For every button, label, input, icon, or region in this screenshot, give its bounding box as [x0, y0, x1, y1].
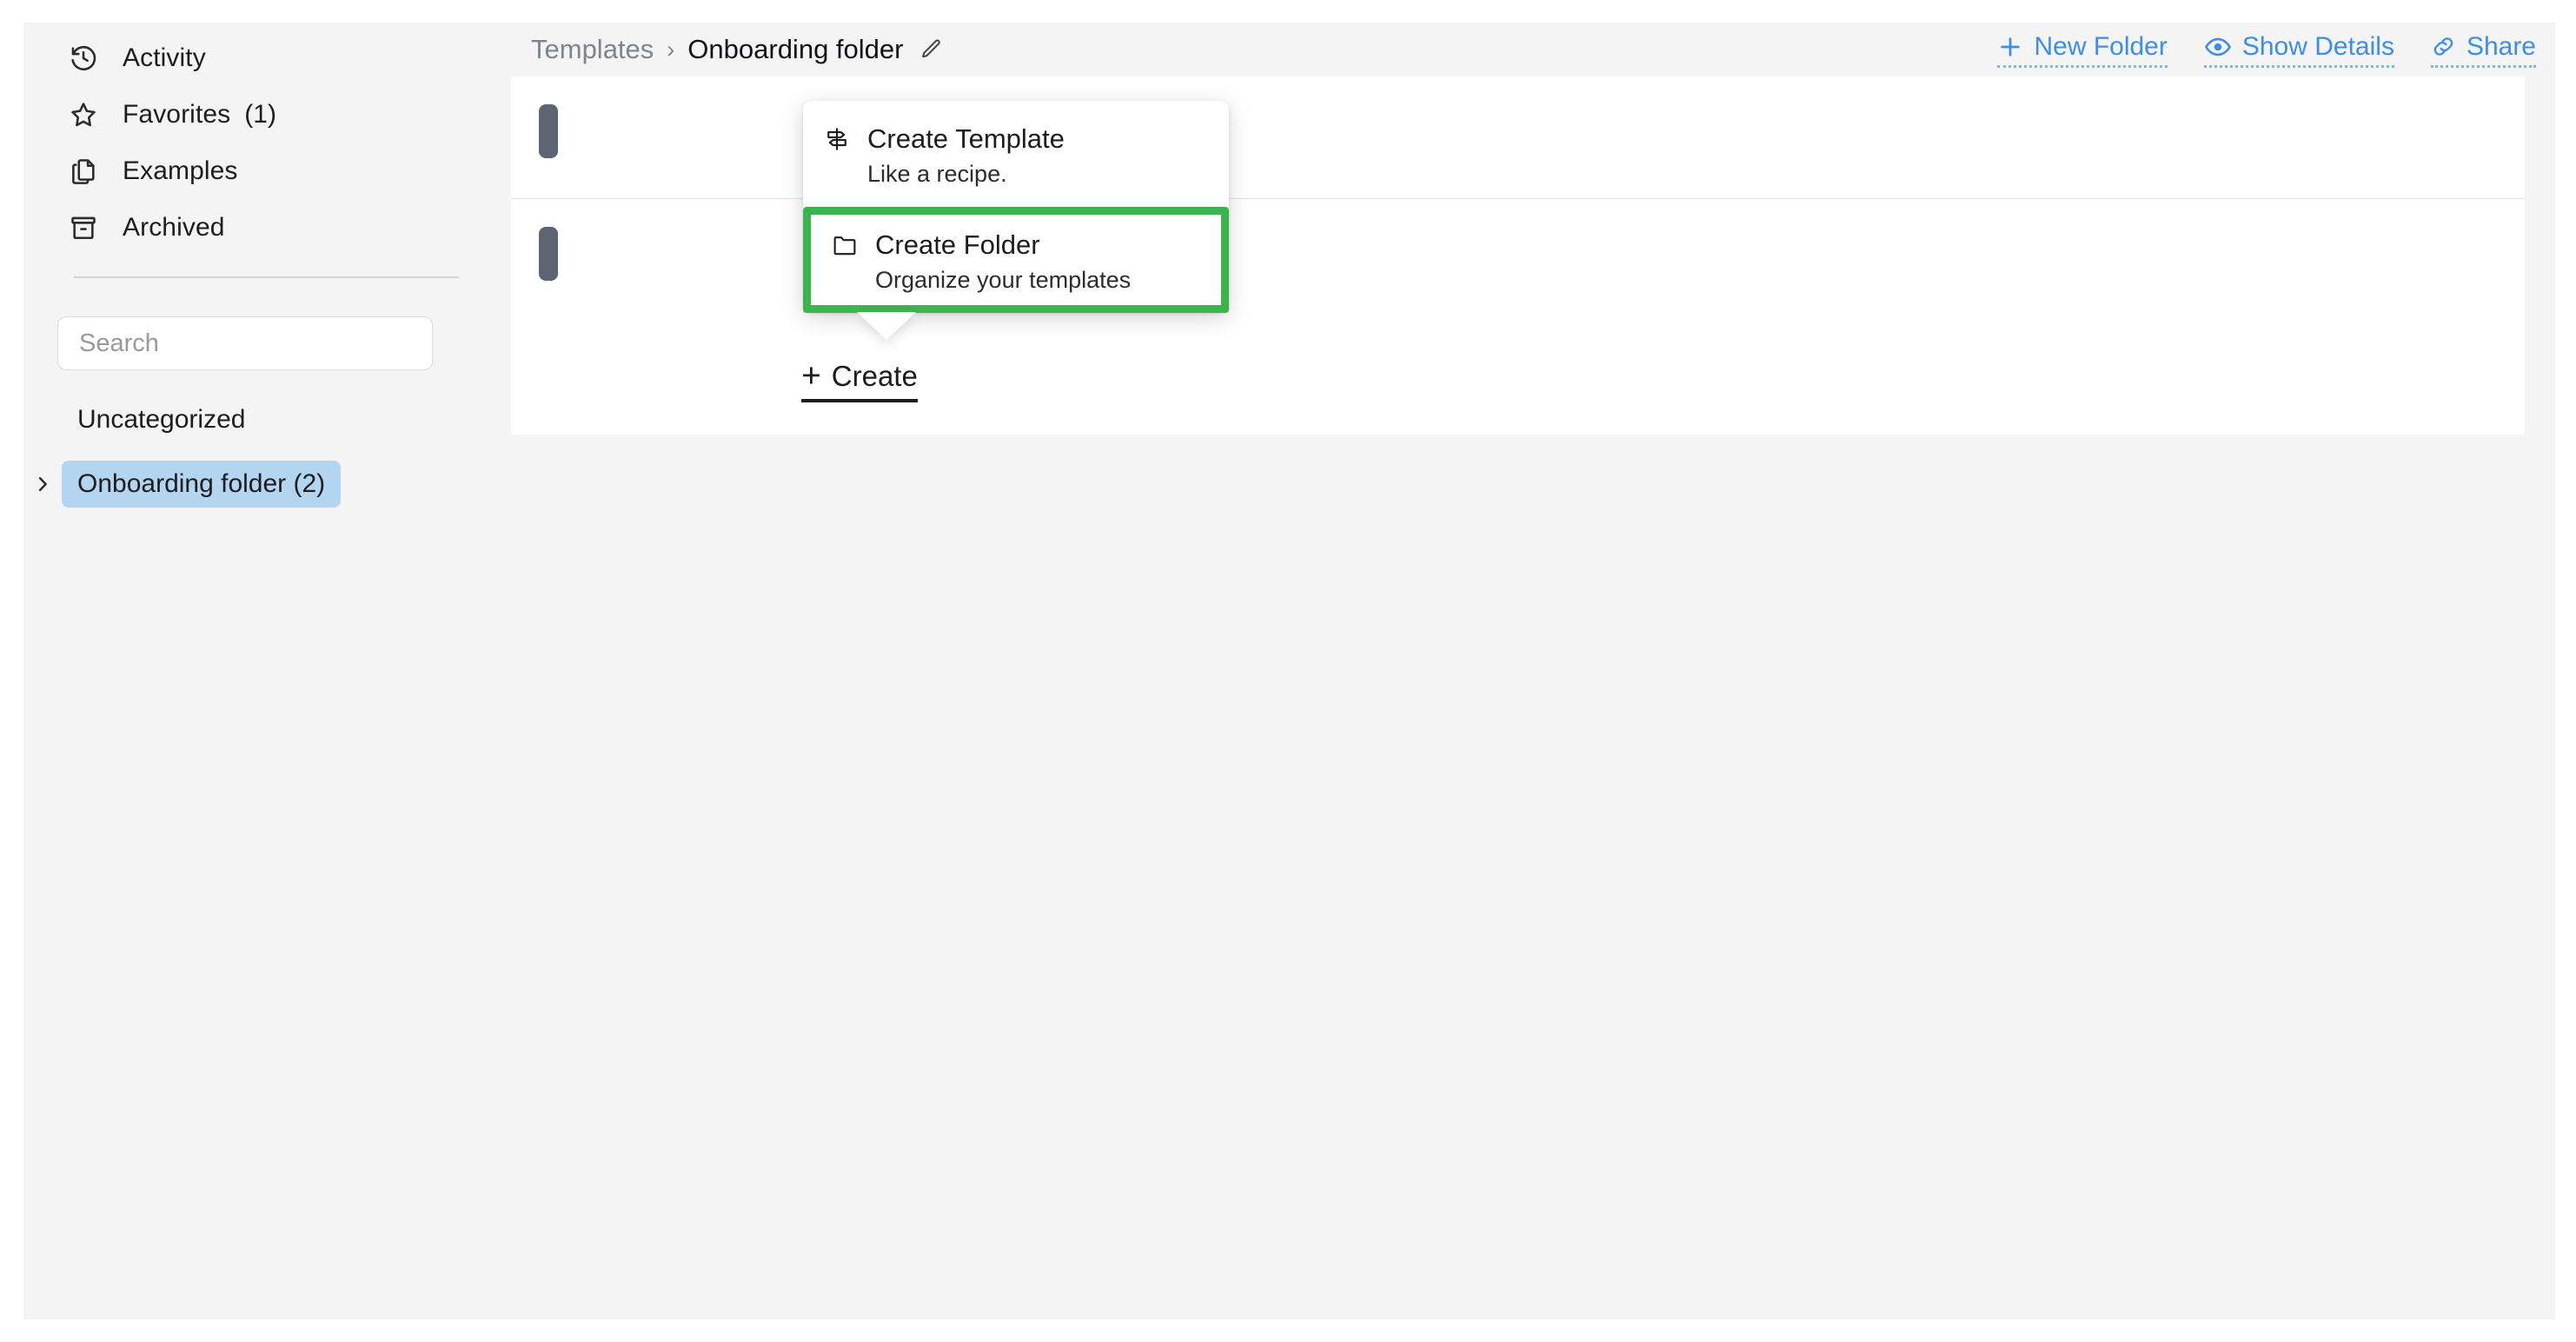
signpost-icon: [822, 124, 852, 154]
sidebar-item-count: (1): [244, 99, 276, 129]
sidebar-nav-list: Activity Favorites (1) Examples Archived: [23, 23, 511, 256]
app-root: Activity Favorites (1) Examples Archived…: [23, 23, 2555, 1319]
eye-icon: [2204, 33, 2232, 61]
folder-list: Uncategorized Onboarding folder (2): [23, 396, 511, 525]
share-label: Share: [2466, 31, 2536, 61]
history-icon: [67, 42, 100, 75]
sidebar-item-label: Archived: [123, 212, 225, 242]
show-details-button[interactable]: Show Details: [2203, 31, 2394, 68]
sidebar-item-label: Examples: [123, 156, 238, 185]
popup-arrow: [857, 312, 916, 340]
pencil-icon[interactable]: [919, 37, 943, 62]
new-folder-button[interactable]: New Folder: [1997, 31, 2168, 68]
sidebar-item-favorites[interactable]: Favorites (1): [23, 86, 511, 143]
link-icon: [2431, 34, 2456, 59]
content-panel: + Create Create Template Like a recipe.: [511, 76, 2525, 435]
folder-item-uncategorized[interactable]: Uncategorized: [23, 396, 511, 443]
breadcrumb-parent-templates[interactable]: Templates: [531, 34, 654, 65]
plus-icon: +: [801, 357, 821, 395]
create-button-label: Create: [831, 360, 918, 392]
drag-handle[interactable]: [539, 104, 558, 158]
menu-item-subtitle: Like a recipe.: [867, 161, 1007, 187]
plus-icon: [1997, 34, 2023, 60]
search-input[interactable]: [57, 316, 433, 370]
breadcrumb: Templates › Onboarding folder: [531, 34, 943, 65]
menu-item-title-row: Create Template: [803, 123, 1229, 155]
share-button[interactable]: Share: [2430, 31, 2536, 68]
menu-item-title: Create Folder: [875, 229, 1040, 260]
new-folder-label: New Folder: [2034, 31, 2168, 61]
header-bar: Templates › Onboarding folder New Folder: [511, 23, 2555, 76]
sidebar-item-activity[interactable]: Activity: [23, 30, 511, 86]
archive-icon: [67, 211, 100, 244]
menu-item-title-row: Create Folder: [811, 229, 1221, 261]
folder-icon: [830, 230, 860, 260]
folder-item-label: Uncategorized: [77, 405, 246, 434]
folder-item-onboarding-folder[interactable]: Onboarding folder (2): [23, 461, 511, 508]
sidebar-item-label: Favorites: [123, 99, 231, 129]
header-actions: New Folder Show Details Share: [1961, 32, 2536, 68]
breadcrumb-separator-icon: ›: [667, 36, 675, 63]
copy-icon: [67, 155, 100, 188]
chevron-right-icon[interactable]: [23, 475, 62, 494]
sidebar-item-label: Activity: [123, 43, 206, 72]
menu-item-subtitle: Organize your templates: [875, 267, 1132, 293]
folder-item-label: Onboarding folder (2): [62, 461, 342, 508]
drag-handle[interactable]: [539, 227, 558, 281]
show-details-label: Show Details: [2241, 31, 2394, 61]
sidebar-item-archived[interactable]: Archived: [23, 199, 511, 256]
menu-item-title: Create Template: [867, 123, 1065, 154]
create-popup-menu: Create Template Like a recipe. Create Fo…: [803, 101, 1229, 340]
search-field-wrapper: [57, 316, 433, 370]
menu-item-create-template[interactable]: Create Template Like a recipe.: [803, 101, 1229, 207]
breadcrumb-current-folder: Onboarding folder: [687, 34, 904, 64]
create-button[interactable]: + Create: [801, 359, 918, 402]
menu-item-create-folder[interactable]: Create Folder Organize your templates: [803, 207, 1229, 313]
sidebar-item-examples[interactable]: Examples: [23, 143, 511, 199]
sidebar-divider: [74, 276, 459, 278]
sidebar: Activity Favorites (1) Examples Archived…: [23, 23, 511, 1319]
star-icon: [67, 98, 100, 131]
